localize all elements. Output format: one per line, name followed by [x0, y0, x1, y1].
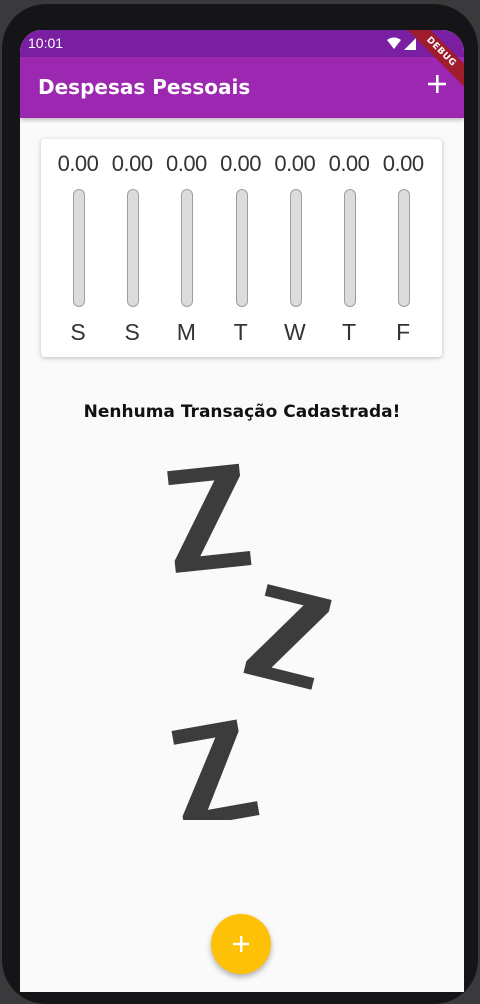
- empty-state-message: Nenhuma Transação Cadastrada!: [83, 402, 401, 422]
- bar-value-label: 0.00: [220, 151, 261, 176]
- bar-day-label: F: [396, 319, 411, 345]
- app-title: Despesas Pessoais: [38, 75, 251, 99]
- bar-value-label: 0.00: [111, 151, 153, 176]
- phone-frame: 10:01 Despesas Pessoais DEBUG 0.00 S 0.00 S…: [2, 4, 478, 1004]
- chart-bar-column: 0.00 T: [214, 139, 268, 357]
- chart-bar-column: 0.00 F: [376, 139, 430, 357]
- add-transaction-button[interactable]: [424, 69, 450, 99]
- bar-day-label: S: [124, 319, 140, 345]
- plus-icon: [428, 75, 446, 93]
- bar-day-label: T: [233, 319, 248, 345]
- chart-bar-column: 0.00 T: [322, 139, 376, 357]
- chart-bar-column: 0.00 W: [268, 139, 322, 357]
- zzz-sleep-image: [167, 463, 332, 820]
- bar-value-label: 0.00: [274, 151, 316, 176]
- status-time: 10:01: [28, 35, 64, 51]
- app-screen: 10:01 Despesas Pessoais DEBUG 0.00 S 0.00 S…: [20, 30, 464, 992]
- app-bar: Despesas Pessoais: [20, 57, 464, 118]
- bar-value-label: 0.00: [328, 151, 370, 176]
- bar-track: [289, 189, 302, 307]
- bar-value-label: 0.00: [165, 151, 207, 176]
- chart-bar-column: 0.00 S: [105, 139, 159, 357]
- add-transaction-fab[interactable]: [211, 914, 271, 974]
- chart-bar-column: 0.00 S: [51, 139, 105, 357]
- bar-day-label: T: [341, 319, 357, 345]
- bar-track: [344, 189, 356, 307]
- bar-track: [73, 189, 85, 307]
- bar-track: [181, 189, 194, 307]
- bar-value-label: 0.00: [57, 151, 99, 176]
- bar-track: [235, 189, 248, 307]
- bar-value-label: 0.00: [382, 151, 424, 176]
- bar-day-label: M: [176, 319, 196, 345]
- bar-track: [398, 189, 411, 307]
- bar-day-label: S: [70, 319, 86, 345]
- wifi-signal-icon: [387, 37, 416, 50]
- bar-track: [127, 189, 140, 307]
- chart-bar-column: 0.00 M: [159, 139, 213, 357]
- status-icons: [386, 36, 420, 55]
- bar-day-label: W: [283, 319, 306, 345]
- weekly-chart-card: 0.00 S 0.00 S 0.00 M 0.00 T 0.00 W 0.00 T 0.00 F: [41, 139, 442, 357]
- plus-icon: [233, 936, 249, 952]
- status-bar: 10:01: [20, 30, 464, 57]
